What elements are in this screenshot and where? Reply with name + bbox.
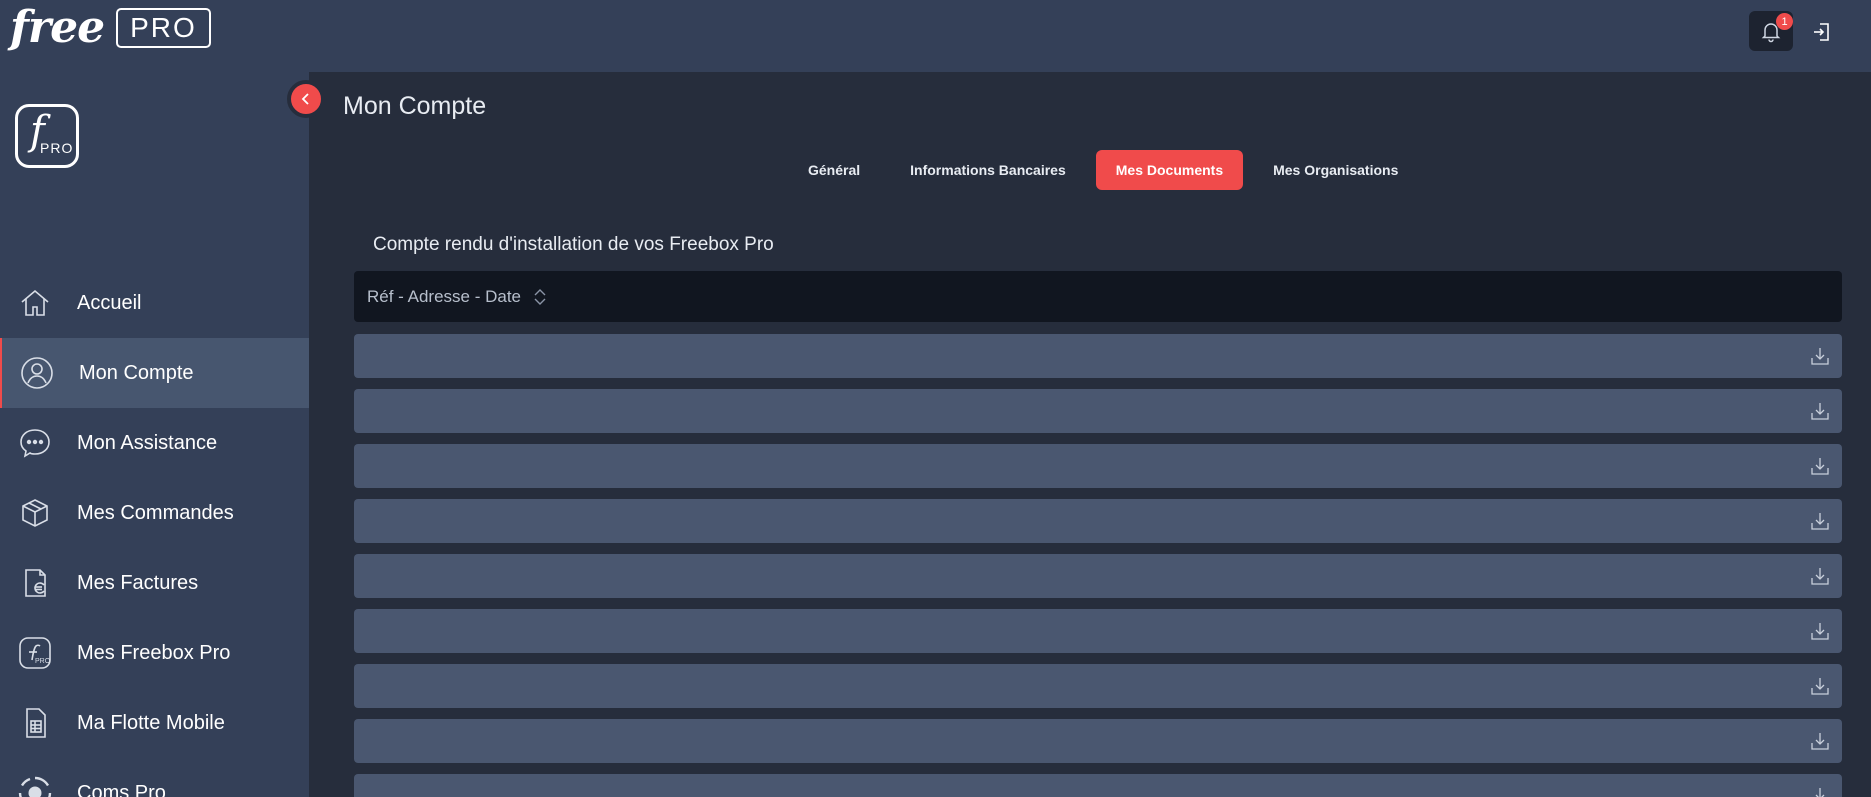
download-icon[interactable] bbox=[1810, 676, 1830, 696]
tab-mes-organisations[interactable]: Mes Organisations bbox=[1253, 150, 1418, 190]
brand-pro-badge: PRO bbox=[116, 8, 211, 48]
table-row bbox=[354, 554, 1842, 598]
sidebar-item-ma-flotte-mobile[interactable]: Ma Flotte Mobile bbox=[0, 688, 309, 758]
sidebar-item-label: Mon Assistance bbox=[77, 431, 218, 454]
top-bar: free PRO 1 bbox=[0, 0, 1871, 72]
sidebar: f PRO Accueil Mon Compte Mon Assistance bbox=[0, 72, 309, 797]
sidebar-item-coms-pro[interactable]: Coms Pro bbox=[0, 758, 309, 797]
box-icon bbox=[22, 499, 48, 527]
sidebar-item-mon-compte[interactable]: Mon Compte bbox=[0, 338, 309, 408]
tab-general[interactable]: Général bbox=[788, 150, 880, 190]
sidebar-item-mon-assistance[interactable]: Mon Assistance bbox=[0, 408, 309, 478]
sidebar-item-mes-freebox-pro[interactable]: PRO Mes Freebox Pro bbox=[0, 618, 309, 688]
freebox-pro-icon: PRO bbox=[19, 637, 51, 669]
sidebar-item-label: Ma Flotte Mobile bbox=[77, 711, 225, 734]
table-row bbox=[354, 389, 1842, 433]
table-row bbox=[354, 774, 1842, 797]
table-row bbox=[354, 444, 1842, 488]
sim-card-icon bbox=[26, 708, 46, 738]
table-row bbox=[354, 719, 1842, 763]
logo-sub: PRO bbox=[40, 140, 74, 156]
table-row bbox=[354, 499, 1842, 543]
sidebar-item-mes-commandes[interactable]: Mes Commandes bbox=[0, 478, 309, 548]
download-icon[interactable] bbox=[1810, 786, 1830, 797]
sidebar-item-label: Accueil bbox=[77, 291, 142, 314]
sidebar-item-label: Mes Commandes bbox=[77, 501, 234, 524]
brand-logo[interactable]: free PRO bbox=[10, 6, 211, 50]
freebox-pro-logo: f PRO bbox=[15, 104, 79, 168]
svg-text:PRO: PRO bbox=[35, 658, 51, 665]
invoice-euro-icon bbox=[25, 569, 46, 597]
notifications-button[interactable]: 1 bbox=[1749, 11, 1793, 51]
sidebar-nav: Accueil Mon Compte Mon Assistance Mes Co… bbox=[0, 268, 309, 797]
sidebar-item-mes-factures[interactable]: Mes Factures bbox=[0, 548, 309, 618]
coms-pro-icon bbox=[18, 776, 52, 797]
table-row bbox=[354, 664, 1842, 708]
download-icon[interactable] bbox=[1810, 511, 1830, 531]
page-title: Mon Compte bbox=[343, 92, 487, 120]
user-icon bbox=[21, 357, 53, 389]
notification-badge: 1 bbox=[1776, 13, 1793, 30]
table-row bbox=[354, 609, 1842, 653]
sidebar-item-label: Mon Compte bbox=[79, 361, 194, 384]
download-icon[interactable] bbox=[1810, 401, 1830, 421]
brand-free-text: free bbox=[10, 2, 105, 53]
sidebar-item-label: Coms Pro bbox=[77, 781, 166, 797]
column-header-ref[interactable]: Réf - Adresse - Date bbox=[367, 287, 521, 307]
chat-icon bbox=[20, 429, 50, 458]
tab-mes-documents[interactable]: Mes Documents bbox=[1095, 150, 1244, 190]
download-icon[interactable] bbox=[1810, 731, 1830, 751]
download-icon[interactable] bbox=[1810, 566, 1830, 586]
sidebar-item-accueil[interactable]: Accueil bbox=[0, 268, 309, 338]
home-icon bbox=[21, 289, 49, 316]
logout-icon[interactable] bbox=[1810, 20, 1834, 44]
sort-icon[interactable] bbox=[533, 287, 547, 307]
table-row bbox=[354, 334, 1842, 378]
download-icon[interactable] bbox=[1810, 456, 1830, 476]
tab-informations-bancaires[interactable]: Informations Bancaires bbox=[890, 150, 1086, 190]
section-title: Compte rendu d'installation de vos Freeb… bbox=[373, 234, 774, 255]
download-icon[interactable] bbox=[1810, 346, 1830, 366]
account-tabs: Général Informations Bancaires Mes Docum… bbox=[788, 150, 1428, 190]
sidebar-item-label: Mes Factures bbox=[77, 571, 199, 594]
documents-list bbox=[354, 334, 1842, 797]
table-header: Réf - Adresse - Date bbox=[354, 271, 1842, 322]
collapse-sidebar-button[interactable] bbox=[287, 80, 325, 118]
chevron-left-icon bbox=[301, 93, 309, 105]
download-icon[interactable] bbox=[1810, 621, 1830, 641]
sidebar-item-label: Mes Freebox Pro bbox=[77, 641, 231, 664]
